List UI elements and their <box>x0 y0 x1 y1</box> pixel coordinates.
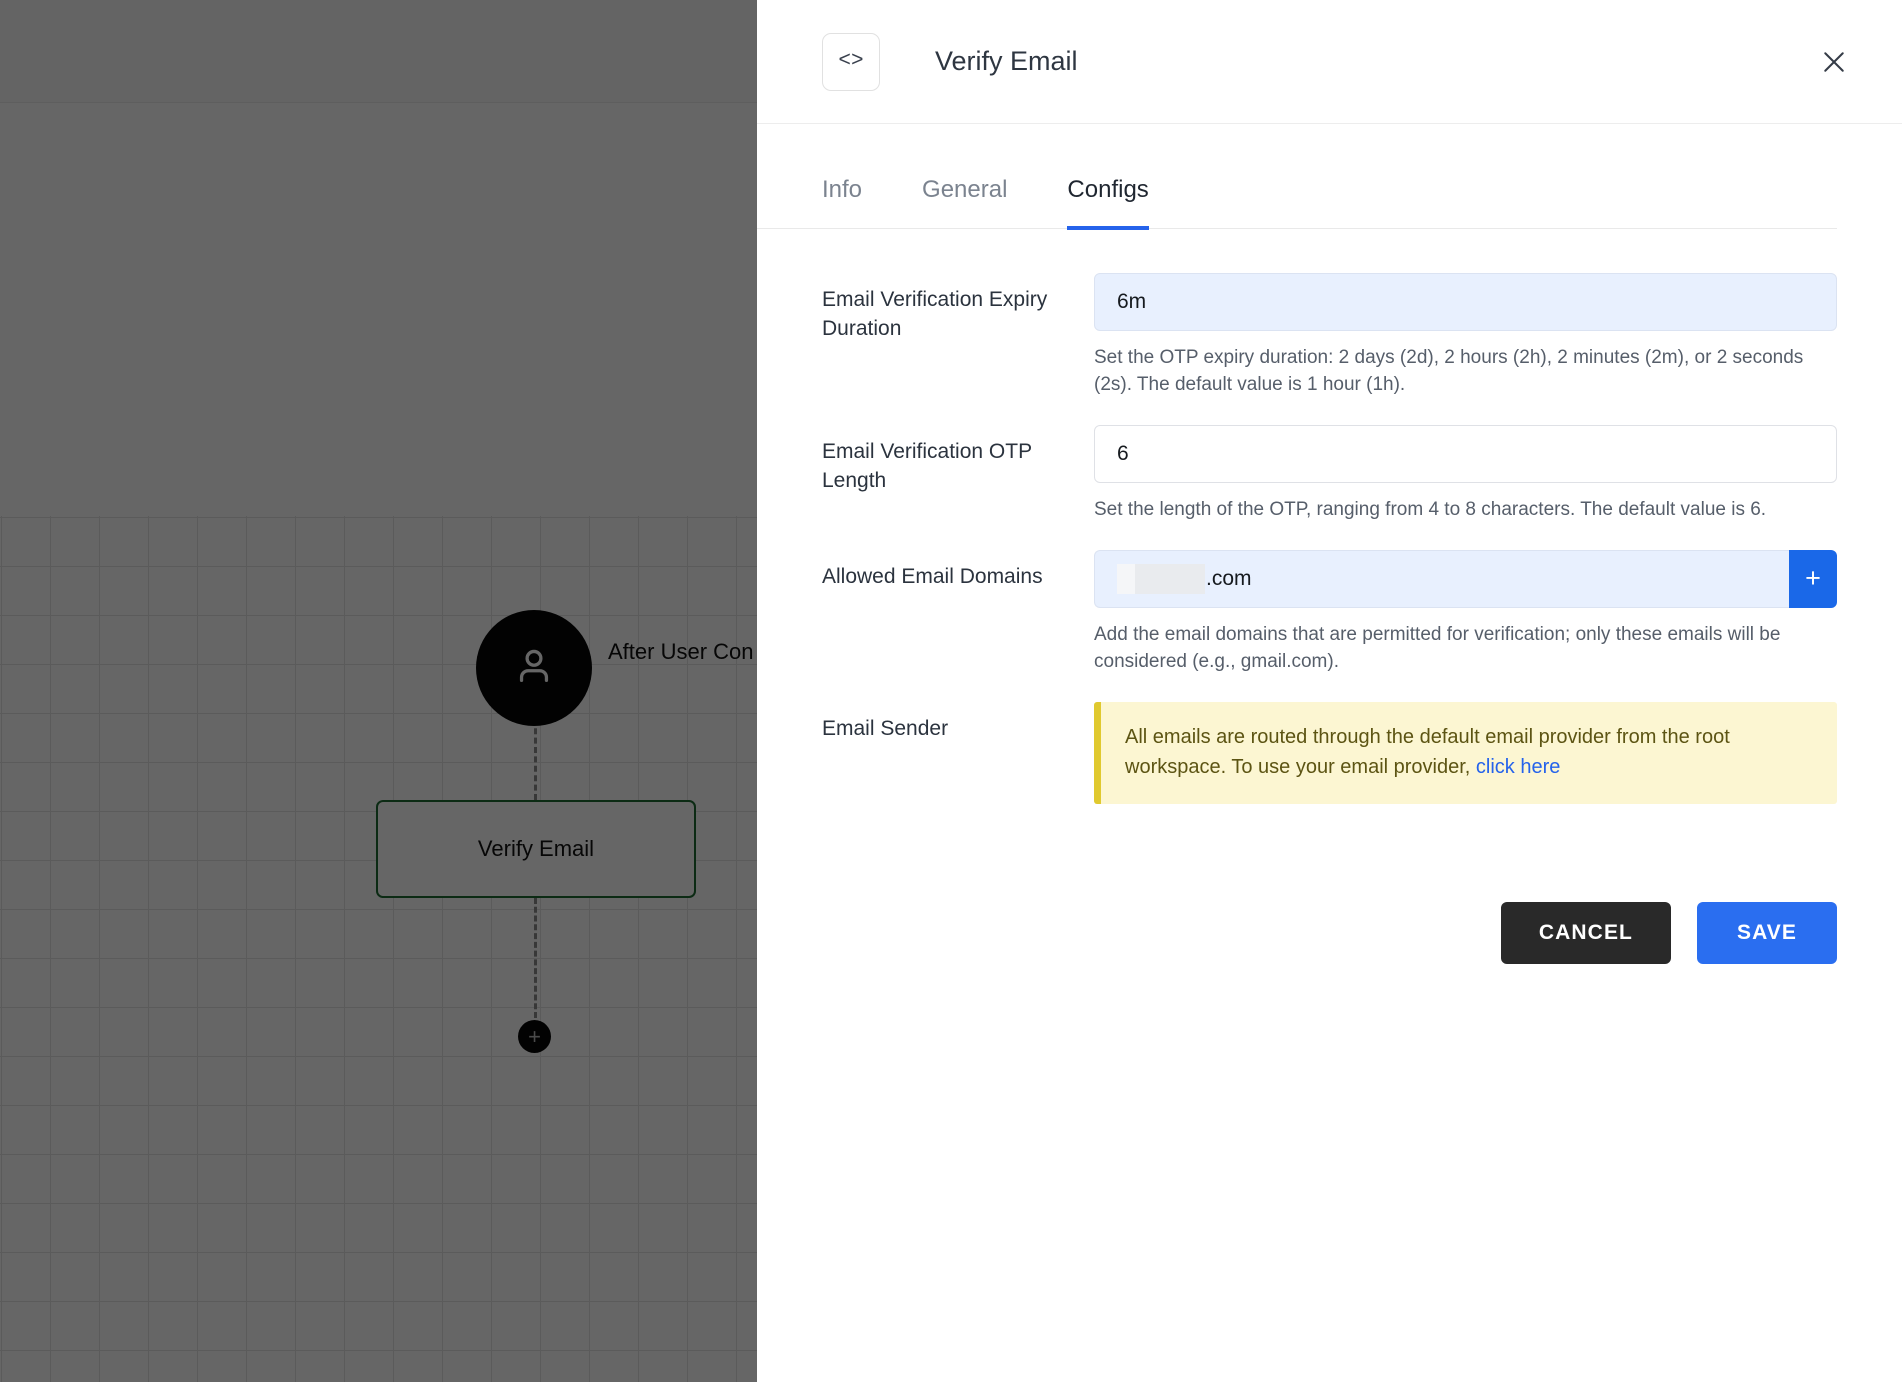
code-icon: <> <box>822 32 880 91</box>
config-panel: <> Verify Email Info General Configs Ema… <box>757 0 1902 1382</box>
tab-general[interactable]: General <box>922 176 1007 230</box>
field-allowed-domains: Allowed Email Domains .com + Add the ema… <box>822 549 1837 676</box>
workflow-canvas[interactable]: After User Con Verify Email + <box>0 0 757 1382</box>
domain-suffix-text: .com <box>1206 566 1252 590</box>
panel-tabs: Info General Configs <box>757 124 1837 230</box>
configs-form: Email Verification Expiry Duration Set t… <box>757 229 1902 804</box>
redacted-block-icon <box>1117 563 1135 594</box>
panel-header: <> Verify Email <box>757 0 1902 124</box>
domain-input-group: .com + <box>1094 549 1837 608</box>
add-domain-button[interactable]: + <box>1789 549 1837 608</box>
field-label-email-sender: Email Sender <box>822 716 949 740</box>
email-provider-notice: All emails are routed through the defaul… <box>1094 701 1837 804</box>
field-help-expiry-duration: Set the OTP expiry duration: 2 days (2d)… <box>1094 347 1804 395</box>
cancel-button[interactable]: CANCEL <box>1500 901 1671 964</box>
canvas-scrim-overlay[interactable] <box>0 0 757 1382</box>
field-label-otp-length: Email Verification OTP Length <box>822 439 1032 492</box>
plus-icon: + <box>1805 563 1821 594</box>
redacted-block-icon <box>1135 563 1205 594</box>
close-icon[interactable] <box>1814 42 1854 82</box>
field-help-otp-length: Set the length of the OTP, ranging from … <box>1094 498 1767 520</box>
allowed-domain-input[interactable]: .com <box>1094 549 1789 608</box>
field-otp-length: Email Verification OTP Length Set the le… <box>822 424 1837 524</box>
field-label-expiry-duration: Email Verification Expiry Duration <box>822 288 1048 340</box>
field-body-expiry-duration: Set the OTP expiry duration: 2 days (2d)… <box>1094 273 1837 399</box>
tab-info[interactable]: Info <box>822 176 862 230</box>
field-body-email-sender: All emails are routed through the defaul… <box>1094 701 1837 804</box>
code-icon-glyph: <> <box>838 50 864 73</box>
notice-text: All emails are routed through the defaul… <box>1125 725 1730 778</box>
field-help-allowed-domains: Add the email domains that are permitted… <box>1094 623 1781 672</box>
field-body-otp-length: Set the length of the OTP, ranging from … <box>1094 424 1837 524</box>
click-here-link[interactable]: click here <box>1476 756 1560 778</box>
save-button[interactable]: SAVE <box>1697 901 1837 964</box>
field-body-allowed-domains: .com + Add the email domains that are pe… <box>1094 549 1837 676</box>
otp-length-input[interactable] <box>1094 424 1837 483</box>
app-root: After User Con Verify Email + <> Verify … <box>0 0 1902 1382</box>
panel-actions: CANCEL SAVE <box>757 830 1902 964</box>
page-title: Verify Email <box>935 46 1078 76</box>
tab-configs[interactable]: Configs <box>1067 176 1149 230</box>
field-label-allowed-domains: Allowed Email Domains <box>822 564 1043 588</box>
expiry-duration-input[interactable] <box>1094 273 1837 331</box>
field-email-sender: Email Sender All emails are routed throu… <box>822 701 1837 804</box>
field-expiry-duration: Email Verification Expiry Duration Set t… <box>822 273 1837 399</box>
